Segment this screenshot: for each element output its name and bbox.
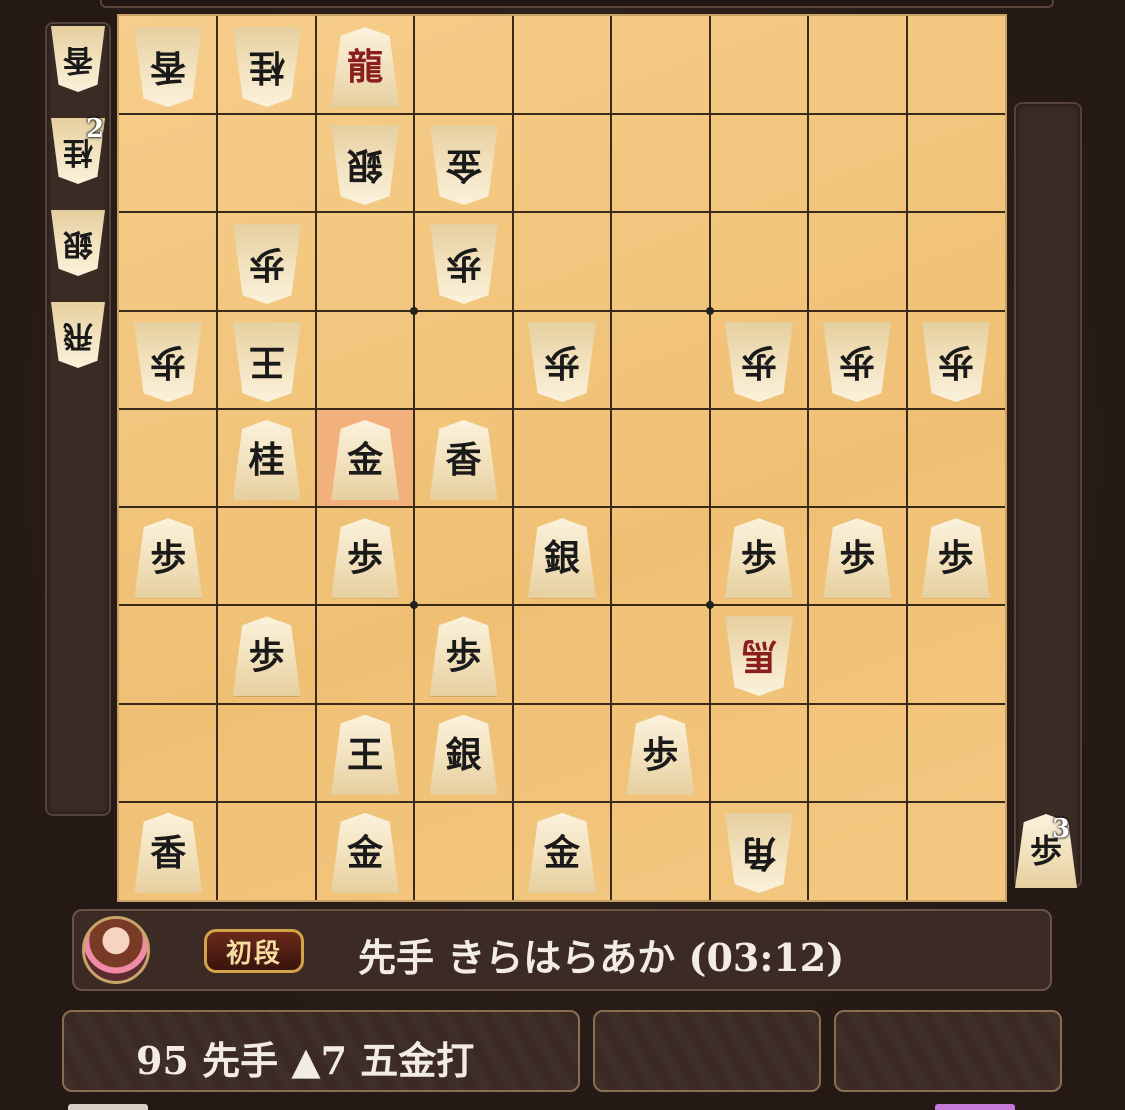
- board-piece[interactable]: 銀: [331, 125, 399, 205]
- star-point: [705, 306, 714, 315]
- board-piece[interactable]: 歩: [724, 518, 793, 599]
- board-piece[interactable]: 歩: [922, 322, 990, 402]
- hand-piece-count: 2: [86, 114, 105, 144]
- board-piece[interactable]: 歩: [823, 518, 892, 599]
- grid-line: [119, 604, 1005, 607]
- board-piece[interactable]: 歩: [134, 322, 202, 402]
- grid-line: [413, 16, 416, 900]
- board-piece[interactable]: 歩: [626, 714, 695, 795]
- board-piece[interactable]: 金: [331, 420, 400, 500]
- star-point: [410, 601, 419, 610]
- gote-hand-piece[interactable]: 香: [51, 26, 105, 92]
- grid-line: [119, 407, 1005, 410]
- board-piece[interactable]: 歩: [725, 322, 793, 402]
- board-piece[interactable]: 金: [331, 812, 400, 893]
- grid-line: [119, 309, 1005, 312]
- grid-line: [119, 506, 1005, 509]
- grid-line: [905, 16, 908, 900]
- top-panel-edge: [100, 0, 1054, 8]
- board-piece[interactable]: 銀: [528, 518, 596, 599]
- board-piece[interactable]: 香: [134, 27, 202, 107]
- board-piece[interactable]: 桂: [232, 420, 301, 500]
- board-piece[interactable]: 王: [233, 322, 301, 402]
- grid-line: [708, 16, 711, 900]
- sente-captured-tray: [1014, 102, 1082, 888]
- player-info-bar: 初段 先手 きらはらあか (03:12): [72, 909, 1052, 991]
- control-button-2[interactable]: [834, 1010, 1062, 1092]
- grid-line: [314, 16, 317, 900]
- bottom-tab-1[interactable]: [68, 1104, 148, 1110]
- player-name-timer: 先手 きらはらあか (03:12): [358, 935, 845, 980]
- star-point: [410, 306, 419, 315]
- grid-line: [610, 16, 613, 900]
- grid-line: [807, 16, 810, 900]
- board-piece[interactable]: 馬: [725, 616, 793, 696]
- board-piece[interactable]: 角: [725, 813, 793, 893]
- rank-badge: 初段: [204, 929, 304, 973]
- board-piece[interactable]: 歩: [921, 518, 990, 599]
- board-piece[interactable]: 歩: [134, 518, 203, 599]
- board-piece[interactable]: 金: [430, 125, 498, 205]
- board-piece[interactable]: 歩: [232, 616, 301, 697]
- board-piece[interactable]: 歩: [331, 518, 400, 599]
- grid-line: [216, 16, 219, 900]
- board-piece[interactable]: 桂: [233, 27, 301, 107]
- star-point: [705, 601, 714, 610]
- board-piece[interactable]: 香: [429, 420, 498, 500]
- board-piece[interactable]: 香: [134, 812, 203, 893]
- board-piece[interactable]: 金: [528, 812, 596, 893]
- grid-line: [119, 702, 1005, 705]
- hand-piece-count: 3: [1052, 814, 1071, 844]
- control-button-1[interactable]: [593, 1010, 821, 1092]
- move-record-text: 95 先手 ▲7 五金打: [136, 1038, 475, 1083]
- gote-hand-piece[interactable]: 銀: [51, 210, 105, 276]
- player-avatar[interactable]: [82, 916, 150, 984]
- grid-line: [119, 113, 1005, 116]
- grid-line: [119, 800, 1005, 803]
- grid-line: [119, 211, 1005, 214]
- shogi-board[interactable]: 香桂龍銀金歩歩歩王歩歩歩歩桂金香歩歩銀歩歩歩歩歩馬王銀歩香金金角: [117, 14, 1007, 902]
- board-piece[interactable]: 歩: [528, 322, 596, 402]
- board-piece[interactable]: 龍: [331, 27, 400, 108]
- grid-line: [511, 16, 514, 900]
- bottom-tab-2[interactable]: [935, 1104, 1015, 1110]
- board-piece[interactable]: 銀: [429, 714, 498, 795]
- board-piece[interactable]: 王: [331, 714, 400, 795]
- board-piece[interactable]: 歩: [430, 224, 498, 304]
- gote-hand-piece[interactable]: 飛: [51, 302, 105, 368]
- move-record-box[interactable]: 95 先手 ▲7 五金打: [62, 1010, 580, 1092]
- board-piece[interactable]: 歩: [429, 616, 498, 697]
- board-piece[interactable]: 歩: [823, 322, 891, 402]
- board-piece[interactable]: 歩: [233, 224, 301, 304]
